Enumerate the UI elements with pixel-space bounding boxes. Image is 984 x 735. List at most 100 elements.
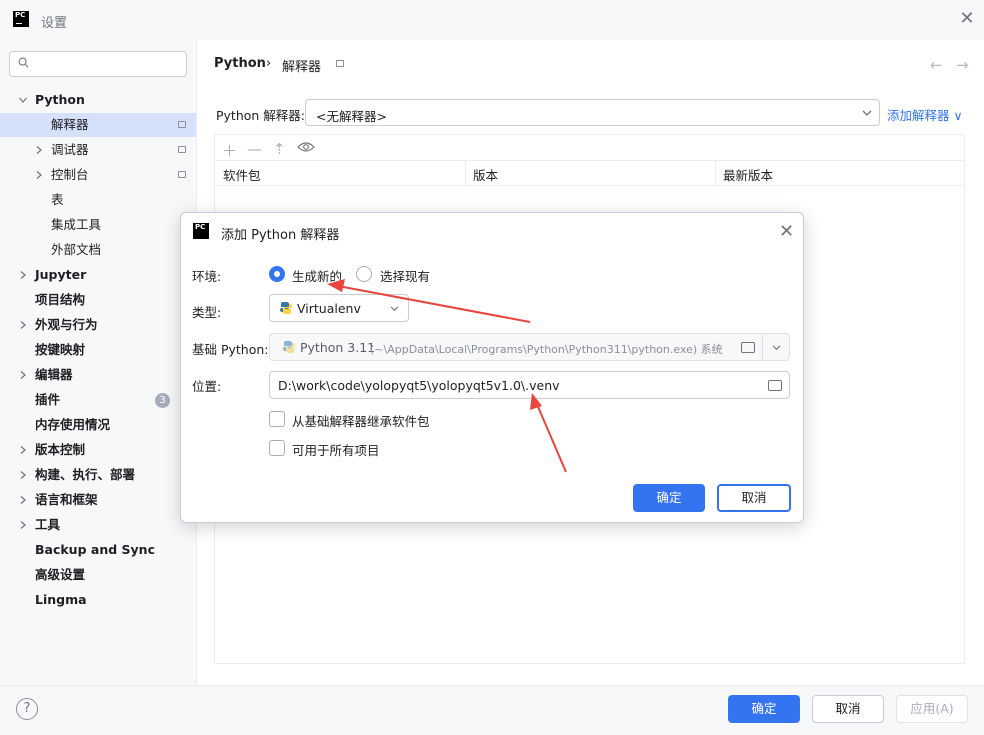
dialog-cancel-button[interactable]: 取消 bbox=[717, 484, 791, 512]
chevron-right-icon[interactable] bbox=[19, 321, 27, 329]
type-label: 类型: bbox=[192, 305, 222, 320]
folder-icon[interactable] bbox=[741, 342, 755, 353]
chevron-down-icon[interactable] bbox=[772, 345, 781, 351]
remove-icon[interactable]: — bbox=[247, 140, 262, 158]
sidebar-item-label: 版本控制 bbox=[35, 442, 86, 457]
sidebar-item[interactable]: 表 bbox=[0, 188, 196, 212]
sidebar-item-label: 解释器 bbox=[51, 117, 89, 132]
sidebar-item[interactable]: 语言和框架 bbox=[0, 488, 196, 512]
sidebar-item[interactable]: 版本控制 bbox=[0, 438, 196, 462]
pin-icon[interactable] bbox=[178, 121, 186, 128]
sidebar-item-label: 外部文档 bbox=[51, 242, 102, 257]
column-header-package[interactable]: 软件包 bbox=[223, 165, 261, 184]
chevron-right-icon[interactable] bbox=[19, 446, 27, 454]
forward-arrow-icon[interactable]: → bbox=[956, 56, 969, 74]
upgrade-icon[interactable]: ⇡ bbox=[273, 140, 286, 158]
sidebar-item[interactable]: 内存使用情况 bbox=[0, 413, 196, 437]
sidebar-item[interactable]: 构建、执行、部署 bbox=[0, 463, 196, 487]
interpreter-label: Python 解释器: bbox=[216, 108, 306, 123]
chevron-down-icon bbox=[390, 306, 399, 312]
close-dialog-icon[interactable]: ✕ bbox=[779, 221, 794, 242]
sidebar-item[interactable]: 集成工具 bbox=[0, 213, 196, 237]
sidebar-item-label: 插件 bbox=[35, 392, 61, 407]
settings-search-input[interactable] bbox=[9, 51, 187, 77]
radio-select-existing[interactable] bbox=[356, 266, 372, 282]
inherit-packages-checkbox[interactable] bbox=[269, 411, 285, 427]
sidebar-item[interactable]: 外部文档 bbox=[0, 238, 196, 262]
all-projects-label[interactable]: 可用于所有项目 bbox=[292, 440, 380, 459]
sidebar-item-label: 项目结构 bbox=[35, 292, 86, 307]
close-window-icon[interactable]: ✕ bbox=[958, 10, 976, 28]
sidebar-item-label: Python bbox=[35, 92, 85, 107]
generate-new-label[interactable]: 生成新的 bbox=[292, 266, 342, 285]
add-icon[interactable]: ＋ bbox=[222, 140, 237, 161]
pin-icon[interactable] bbox=[178, 171, 186, 178]
eye-icon[interactable] bbox=[297, 141, 315, 153]
column-header-latest-version[interactable]: 最新版本 bbox=[723, 165, 773, 184]
sidebar-item[interactable]: Python bbox=[0, 88, 196, 112]
location-label: 位置: bbox=[192, 379, 222, 394]
back-arrow-icon[interactable]: ← bbox=[930, 56, 943, 74]
count-badge: 3 bbox=[155, 393, 170, 408]
sidebar-item[interactable]: 插件 3 bbox=[0, 388, 196, 412]
sidebar-item-label: 编辑器 bbox=[35, 367, 73, 382]
window-title: 设置 bbox=[41, 16, 68, 31]
apply-button[interactable]: 应用(A) bbox=[896, 695, 968, 723]
add-interpreter-dialog: PC 添加 Python 解释器 ✕ 环境: 生成新的 选择现有 类型: Vir… bbox=[180, 212, 804, 523]
interpreter-select[interactable]: <无解释器> bbox=[305, 99, 880, 126]
sidebar-item[interactable]: Backup and Sync bbox=[0, 538, 196, 562]
chevron-right-icon[interactable] bbox=[35, 146, 43, 154]
inherit-packages-label[interactable]: 从基础解释器继承软件包 bbox=[292, 411, 430, 430]
ok-button[interactable]: 确定 bbox=[728, 695, 800, 723]
base-python-version: Python 3.11 bbox=[300, 340, 376, 355]
sidebar-item[interactable]: 高级设置 bbox=[0, 563, 196, 587]
radio-generate-new[interactable] bbox=[269, 266, 285, 282]
cancel-button[interactable]: 取消 bbox=[812, 695, 884, 723]
sidebar-item[interactable]: Jupyter bbox=[0, 263, 196, 287]
sidebar-item[interactable]: 解释器 bbox=[0, 113, 196, 137]
sidebar-item[interactable]: 控制台 bbox=[0, 163, 196, 187]
sidebar-item[interactable]: 项目结构 bbox=[0, 288, 196, 312]
sidebar-item-label: 工具 bbox=[35, 517, 61, 532]
chevron-right-icon[interactable] bbox=[19, 371, 27, 379]
table-header: 软件包 版本 最新版本 bbox=[215, 160, 964, 186]
chevron-right-icon[interactable] bbox=[19, 521, 27, 529]
search-icon bbox=[18, 57, 29, 68]
base-python-label: 基础 Python: bbox=[192, 342, 269, 357]
sidebar-item-label: Backup and Sync bbox=[35, 542, 155, 557]
pin-icon[interactable] bbox=[336, 60, 344, 67]
breadcrumb-parent[interactable]: Python bbox=[214, 56, 266, 71]
column-header-version[interactable]: 版本 bbox=[473, 165, 498, 184]
folder-icon[interactable] bbox=[768, 380, 782, 391]
chevron-right-icon[interactable] bbox=[19, 471, 27, 479]
sidebar-item-label: 高级设置 bbox=[35, 567, 86, 582]
title-bar bbox=[0, 0, 984, 40]
chevron-right-icon[interactable] bbox=[19, 496, 27, 504]
all-projects-checkbox[interactable] bbox=[269, 440, 285, 456]
select-existing-label[interactable]: 选择现有 bbox=[380, 266, 430, 285]
sidebar-item[interactable]: 编辑器 bbox=[0, 363, 196, 387]
sidebar-item[interactable]: 工具 bbox=[0, 513, 196, 537]
interpreter-value: <无解释器> bbox=[316, 109, 387, 124]
breadcrumb-current: 解释器 bbox=[282, 60, 322, 75]
base-python-path: (~\AppData\Local\Programs\Python\Python3… bbox=[370, 343, 723, 356]
help-icon[interactable]: ? bbox=[16, 698, 38, 720]
sidebar-item-label: Jupyter bbox=[35, 267, 87, 282]
location-input[interactable]: D:\work\code\yolopyqt5\yolopyqt5v1.0\.ve… bbox=[269, 371, 790, 399]
pin-icon[interactable] bbox=[178, 146, 186, 153]
dialog-ok-button[interactable]: 确定 bbox=[633, 484, 705, 512]
dialog-title: 添加 Python 解释器 bbox=[221, 228, 340, 243]
sidebar-item[interactable]: Lingma bbox=[0, 588, 196, 612]
sidebar-item-label: 构建、执行、部署 bbox=[35, 467, 136, 482]
sidebar-item-label: 按键映射 bbox=[35, 342, 86, 357]
add-interpreter-link[interactable]: 添加解释器 ∨ bbox=[887, 105, 963, 124]
type-select[interactable]: Virtualenv bbox=[269, 294, 409, 322]
chevron-right-icon[interactable] bbox=[19, 271, 27, 279]
base-python-select[interactable]: Python 3.11 (~\AppData\Local\Programs\Py… bbox=[269, 333, 790, 361]
sidebar-item[interactable]: 调试器 bbox=[0, 138, 196, 162]
chevron-right-icon[interactable] bbox=[35, 171, 43, 179]
chevron-down-icon[interactable] bbox=[19, 96, 27, 104]
sidebar-item[interactable]: 按键映射 bbox=[0, 338, 196, 362]
footer-divider bbox=[0, 685, 984, 686]
sidebar-item[interactable]: 外观与行为 bbox=[0, 313, 196, 337]
